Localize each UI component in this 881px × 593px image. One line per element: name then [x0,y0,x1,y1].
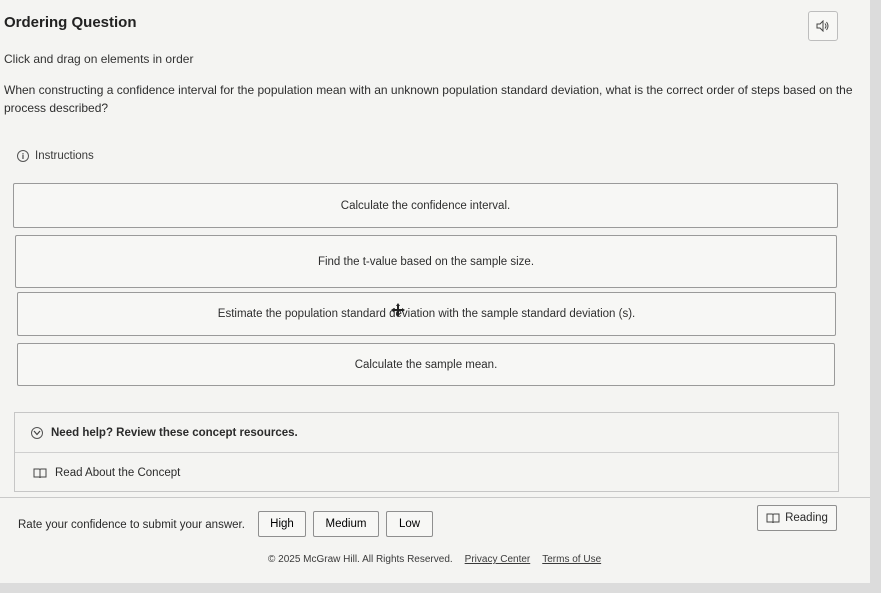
order-item-text: Find the t-value based on the sample siz… [317,255,535,268]
order-item-3[interactable]: Estimate the population standard deviati… [17,292,836,336]
reading-label: Reading [785,512,828,524]
reading-button[interactable]: Reading [757,505,837,531]
instructions-toggle[interactable]: i Instructions [17,150,94,162]
help-toggle[interactable]: Need help? Review these concept resource… [15,413,838,453]
order-item-4[interactable]: Calculate the sample mean. [17,343,835,386]
chevron-down-icon [31,426,43,439]
order-item-text: Calculate the confidence interval. [340,199,511,212]
order-item-1[interactable]: Calculate the confidence interval. [13,183,838,228]
info-icon: i [17,150,29,162]
privacy-center-link[interactable]: Privacy Center [465,554,531,565]
speaker-icon [816,20,829,32]
move-cursor-icon [391,303,405,317]
audio-button[interactable] [808,11,838,41]
instructions-label: Instructions [35,150,94,162]
confidence-label: Rate your confidence to submit your answ… [18,519,245,531]
help-panel: Need help? Review these concept resource… [14,412,839,492]
page: Ordering Question Click and drag on elem… [0,0,870,583]
help-title: Need help? Review these concept resource… [51,426,298,439]
book-icon [33,468,47,478]
footer: © 2025 McGraw Hill. All Rights Reserved.… [268,554,601,565]
book-icon [766,513,780,523]
confidence-high-button[interactable]: High [258,511,306,537]
confidence-medium-button[interactable]: Medium [313,511,379,537]
divider [0,497,870,498]
terms-of-use-link[interactable]: Terms of Use [542,554,601,565]
page-title: Ordering Question [4,14,137,31]
question-subtitle: Click and drag on elements in order [4,52,194,66]
concept-resource-link[interactable]: Read About the Concept [15,453,838,493]
question-text: When constructing a confidence interval … [4,83,853,115]
order-item-2[interactable]: Find the t-value based on the sample siz… [15,235,837,288]
order-item-text: Estimate the population standard deviati… [217,308,636,320]
confidence-low-button[interactable]: Low [386,511,433,537]
copyright-text: © 2025 McGraw Hill. All Rights Reserved. [268,554,453,565]
order-item-text: Calculate the sample mean. [354,358,498,371]
resource-label: Read About the Concept [55,467,181,479]
